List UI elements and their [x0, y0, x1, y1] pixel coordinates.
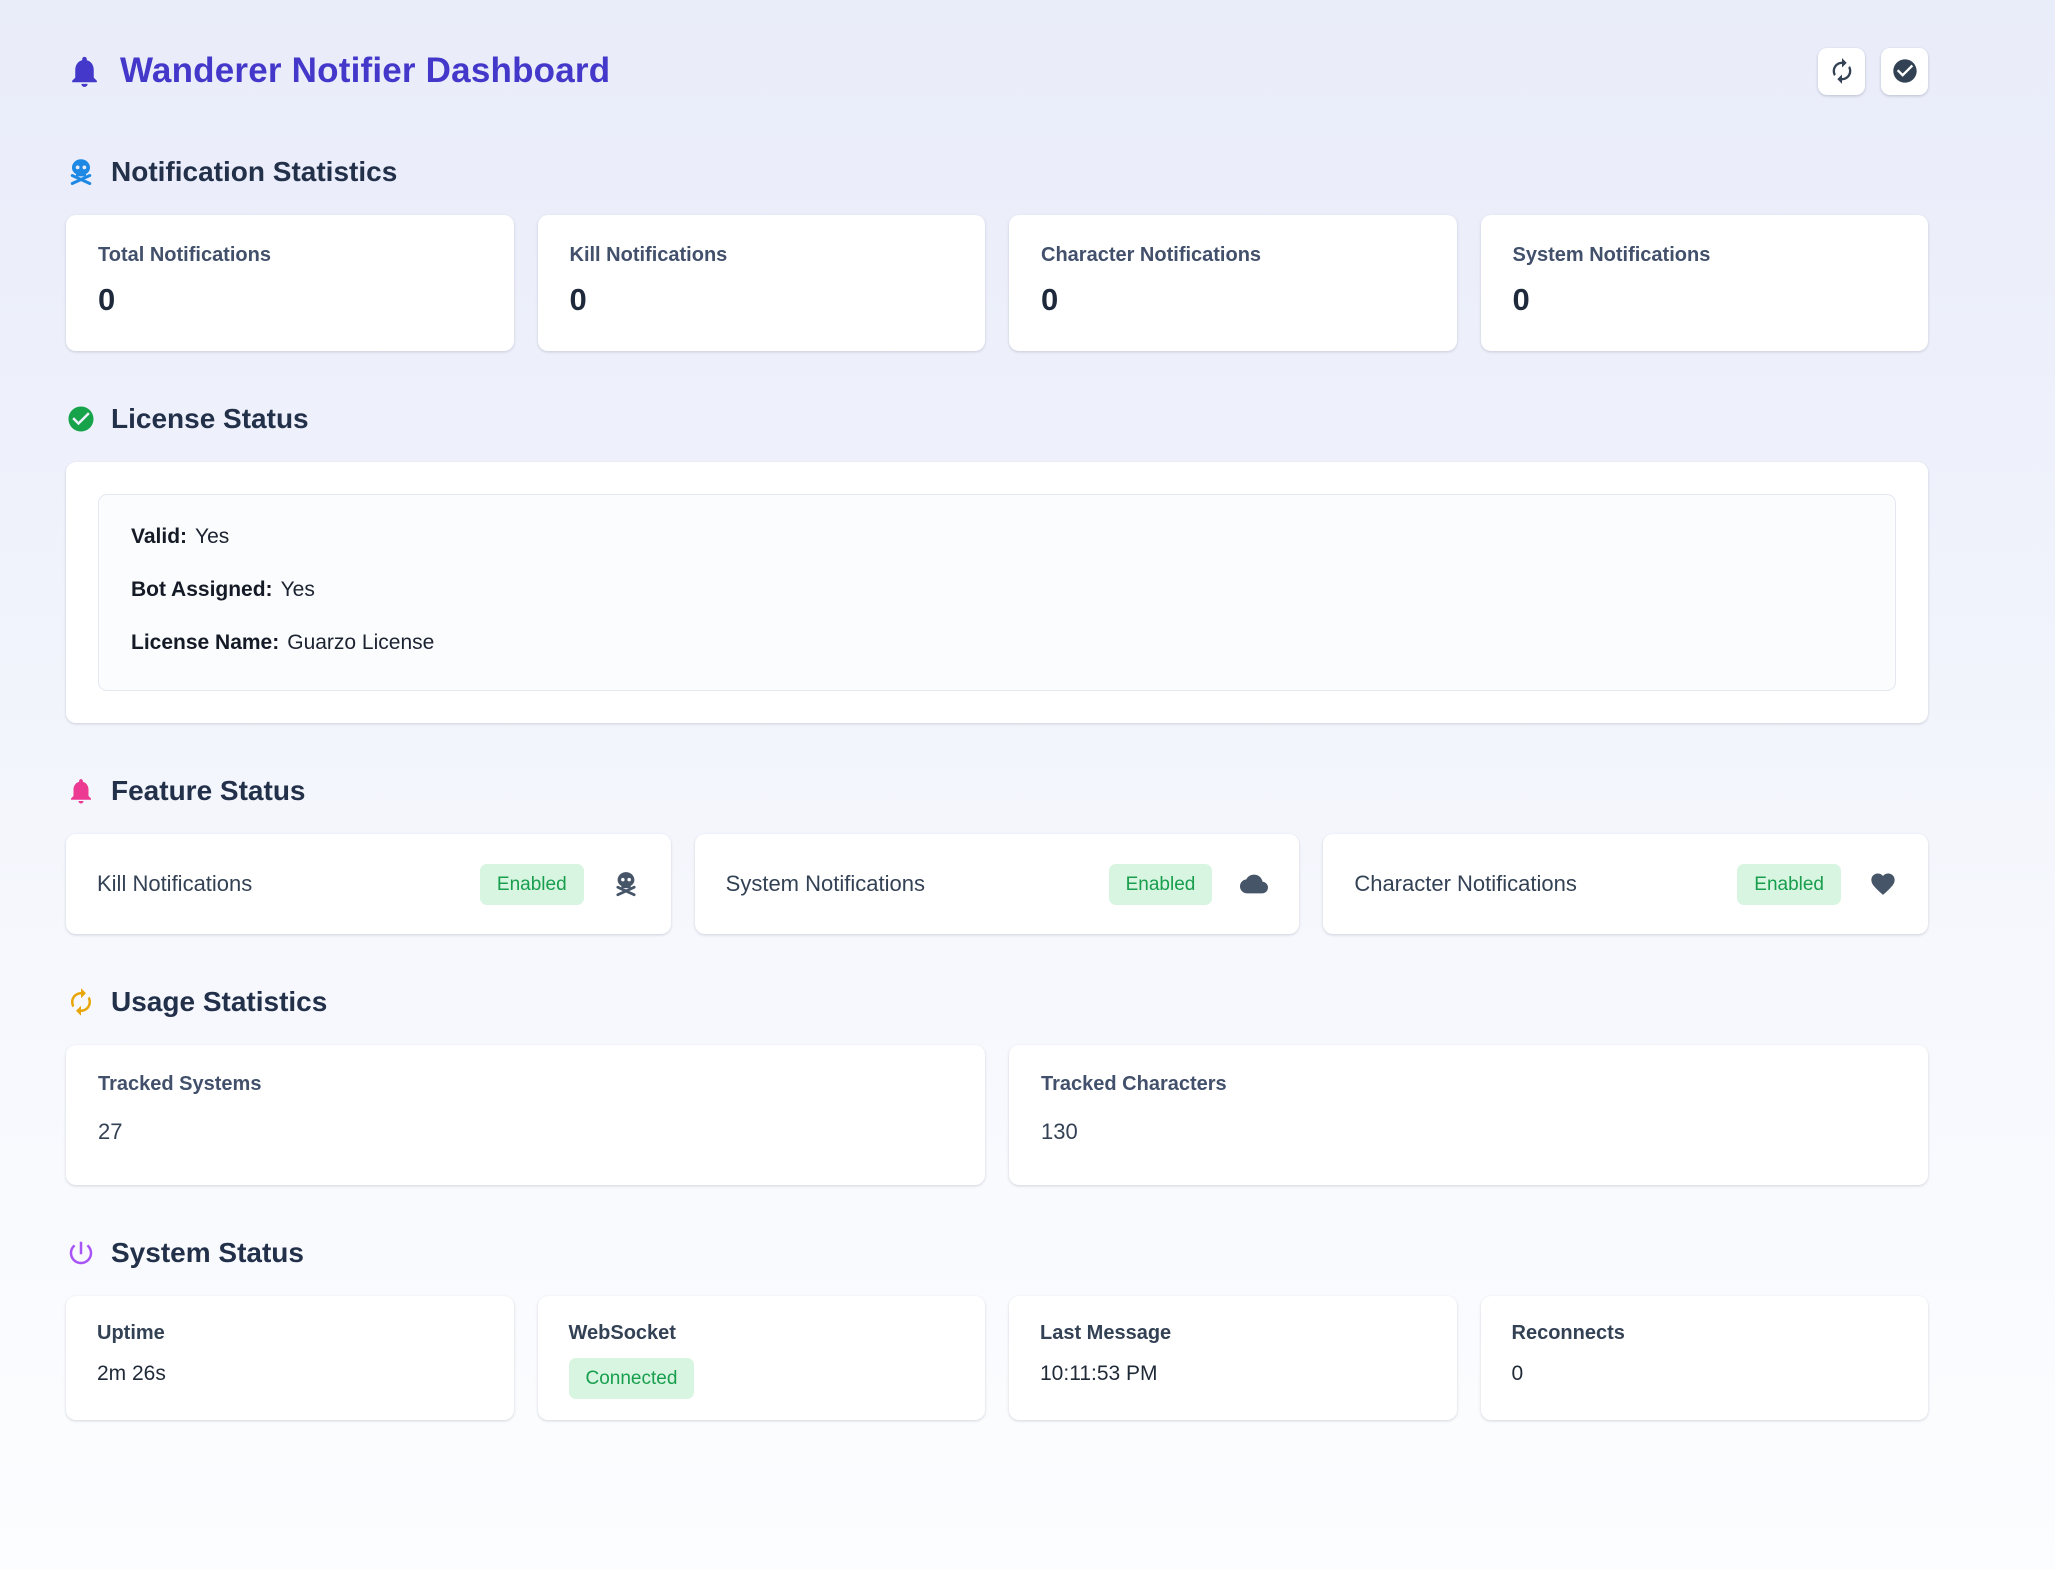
check-circle-icon: [1891, 57, 1919, 85]
skull-crossbones-icon: [66, 157, 96, 187]
refresh-button[interactable]: [1818, 48, 1865, 95]
license-field-label: Valid:: [131, 525, 187, 548]
section-heading: Feature Status: [66, 775, 1928, 807]
skull-crossbones-icon: [612, 870, 640, 898]
feature-label: Kill Notifications: [97, 871, 480, 897]
stat-card-kill-notifications: Kill Notifications 0: [538, 215, 986, 351]
section-title: License Status: [111, 403, 309, 435]
stat-label: Kill Notifications: [570, 244, 954, 267]
system-label: WebSocket: [569, 1322, 955, 1345]
feature-card-kill-notifications: Kill Notifications Enabled: [66, 834, 671, 934]
system-card-last-message: Last Message 10:11:53 PM: [1009, 1296, 1457, 1420]
system-value: 2m 26s: [97, 1362, 483, 1386]
status-badge: Enabled: [480, 864, 584, 905]
section-title: Notification Statistics: [111, 156, 397, 188]
stat-value: 0: [1513, 282, 1897, 318]
section-heading: System Status: [66, 1237, 1928, 1269]
feature-card-character-notifications: Character Notifications Enabled: [1323, 834, 1928, 934]
bell-icon: [66, 776, 96, 806]
system-label: Last Message: [1040, 1322, 1426, 1345]
stat-card-system-notifications: System Notifications 0: [1481, 215, 1929, 351]
connected-badge: Connected: [569, 1358, 695, 1399]
license-field-label: License Name:: [131, 631, 279, 654]
header: Wanderer Notifier Dashboard: [66, 38, 1928, 104]
usage-value: 27: [98, 1119, 953, 1145]
websocket-status-wrap: Connected: [569, 1358, 955, 1399]
check-circle-icon: [66, 404, 96, 434]
stat-card-total-notifications: Total Notifications 0: [66, 215, 514, 351]
stat-label: Total Notifications: [98, 244, 482, 267]
usage-card-tracked-systems: Tracked Systems 27: [66, 1045, 985, 1185]
power-icon: [66, 1238, 96, 1268]
usage-value: 130: [1041, 1119, 1896, 1145]
confirm-button[interactable]: [1881, 48, 1928, 95]
status-badge: Enabled: [1737, 864, 1841, 905]
usage-card-tracked-characters: Tracked Characters 130: [1009, 1045, 1928, 1185]
section-title: Usage Statistics: [111, 986, 327, 1018]
section-heading: Notification Statistics: [66, 156, 1928, 188]
system-card-reconnects: Reconnects 0: [1481, 1296, 1929, 1420]
license-field-label: Bot Assigned:: [131, 578, 273, 601]
system-cards-row: Uptime 2m 26s WebSocket Connected Last M…: [66, 1296, 1928, 1420]
section-title: System Status: [111, 1237, 304, 1269]
stat-cards-row: Total Notifications 0 Kill Notifications…: [66, 215, 1928, 351]
page-title: Wanderer Notifier Dashboard: [120, 51, 610, 91]
usage-cards-row: Tracked Systems 27 Tracked Characters 13…: [66, 1045, 1928, 1185]
cloud-icon: [1240, 870, 1268, 898]
section-feature-status: Feature Status Kill Notifications Enable…: [66, 775, 1928, 934]
section-system-status: System Status Uptime 2m 26s WebSocket Co…: [66, 1237, 1928, 1420]
license-bot-assigned-row: Bot Assigned: Yes: [131, 578, 1863, 602]
section-title: Feature Status: [111, 775, 306, 807]
system-label: Reconnects: [1512, 1322, 1898, 1345]
system-card-websocket: WebSocket Connected: [538, 1296, 986, 1420]
usage-label: Tracked Systems: [98, 1073, 953, 1096]
refresh-icon: [66, 987, 96, 1017]
license-details-panel: Valid: Yes Bot Assigned: Yes License Name:…: [98, 494, 1896, 691]
heart-icon: [1869, 870, 1897, 898]
system-value: 10:11:53 PM: [1040, 1362, 1426, 1386]
stat-value: 0: [570, 282, 954, 318]
feature-label: Character Notifications: [1354, 871, 1737, 897]
license-name-row: License Name: Guarzo License: [131, 631, 1863, 655]
stat-label: System Notifications: [1513, 244, 1897, 267]
status-badge: Enabled: [1109, 864, 1213, 905]
license-card: Valid: Yes Bot Assigned: Yes License Name:…: [66, 462, 1928, 723]
refresh-icon: [1828, 57, 1856, 85]
license-field-value: Guarzo License: [287, 631, 434, 654]
header-actions: [1818, 48, 1928, 95]
license-valid-row: Valid: Yes: [131, 525, 1863, 549]
section-license-status: License Status Valid: Yes Bot Assigned: Ye…: [66, 403, 1928, 723]
license-field-value: Yes: [195, 525, 229, 548]
system-card-uptime: Uptime 2m 26s: [66, 1296, 514, 1420]
section-notification-statistics: Notification Statistics Total Notificati…: [66, 156, 1928, 351]
stat-card-character-notifications: Character Notifications 0: [1009, 215, 1457, 351]
license-field-value: Yes: [281, 578, 315, 601]
bell-icon: [66, 53, 103, 90]
feature-card-system-notifications: System Notifications Enabled: [695, 834, 1300, 934]
section-heading: License Status: [66, 403, 1928, 435]
system-value: 0: [1512, 1362, 1898, 1386]
dashboard-page: Wanderer Notifier Dashboard Notification…: [0, 0, 2055, 1420]
feature-cards-row: Kill Notifications Enabled System Notifi…: [66, 834, 1928, 934]
section-heading: Usage Statistics: [66, 986, 1928, 1018]
stat-value: 0: [98, 282, 482, 318]
usage-label: Tracked Characters: [1041, 1073, 1896, 1096]
feature-label: System Notifications: [726, 871, 1109, 897]
stat-label: Character Notifications: [1041, 244, 1425, 267]
stat-value: 0: [1041, 282, 1425, 318]
title-wrap: Wanderer Notifier Dashboard: [66, 51, 610, 91]
system-label: Uptime: [97, 1322, 483, 1345]
section-usage-statistics: Usage Statistics Tracked Systems 27 Trac…: [66, 986, 1928, 1185]
